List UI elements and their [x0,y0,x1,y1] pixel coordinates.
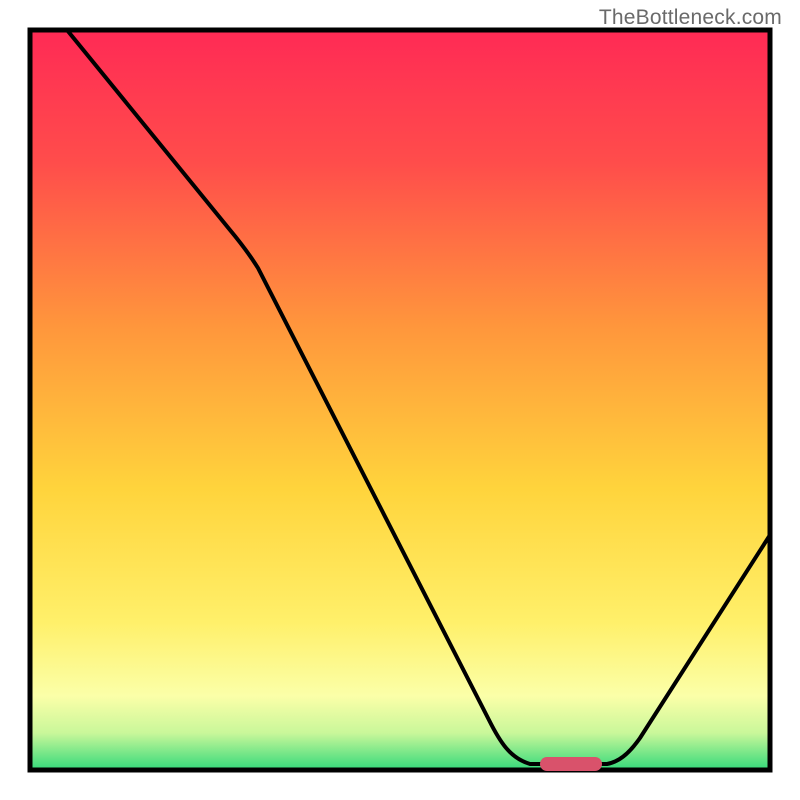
plot-background [30,30,770,770]
bottleneck-chart: TheBottleneck.com [0,0,800,800]
chart-svg [0,0,800,800]
optimum-marker [540,757,602,771]
watermark-text: TheBottleneck.com [599,6,782,30]
